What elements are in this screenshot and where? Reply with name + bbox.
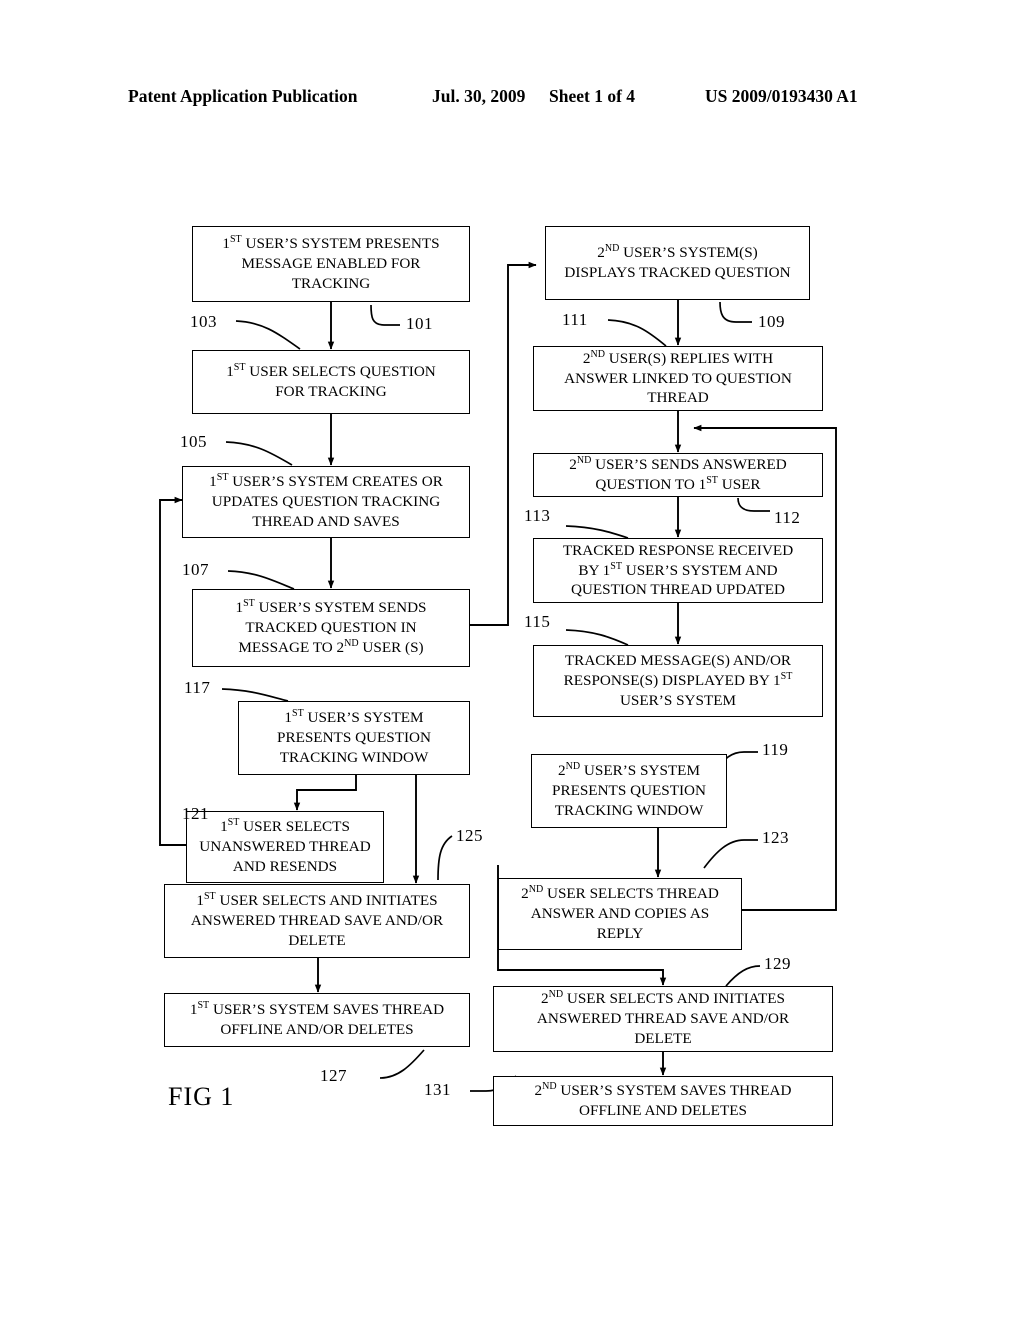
node-129-label: 2ND USER SELECTS AND INITIATES ANSWERED T… [536, 989, 790, 1047]
node-119[interactable]: 2ND USER’S SYSTEM PRESENTS QUESTION TRACKI… [531, 754, 727, 828]
node-131[interactable]: 2ND USER’S SYSTEM SAVES THREAD OFFLINE AN… [493, 1076, 833, 1126]
node-115[interactable]: TRACKED MESSAGE(S) AND/OR RESPONSE(S) DIS… [533, 645, 823, 717]
node-129[interactable]: 2ND USER SELECTS AND INITIATES ANSWERED T… [493, 986, 833, 1052]
node-123-label: 2ND USER SELECTS THREAD ANSWER AND COPIES… [521, 884, 719, 942]
flowchart-diagram: 1ST USER’S SYSTEM PRESENTS MESSAGE ENABLE… [0, 0, 1024, 1320]
node-117-label: 1ST USER’S SYSTEM PRESENTS QUESTION TRACKI… [277, 708, 431, 766]
node-112[interactable]: 2ND USER’S SENDS ANSWERED QUESTION TO 1ST… [533, 453, 823, 497]
ref-101: 101 [406, 314, 433, 333]
node-113-label: TRACKED RESPONSE RECEIVED BY 1ST USER’S S… [562, 541, 794, 599]
node-105[interactable]: 1ST USER’S SYSTEM CREATES OR UPDATES QUES… [182, 466, 470, 538]
node-103[interactable]: 1ST USER SELECTS QUESTION FOR TRACKING [192, 350, 470, 414]
ref-129: 129 [764, 954, 791, 973]
node-121[interactable]: 1ST USER SELECTS UNANSWERED THREAD AND RES… [186, 811, 384, 883]
edge-121-to-105-feedback [159, 496, 186, 846]
node-109[interactable]: 2ND USER’S SYSTEM(S) DISPLAYS TRACKED QUE… [545, 226, 810, 300]
ref-112: 112 [774, 508, 801, 527]
node-101[interactable]: 1ST USER’S SYSTEM PRESENTS MESSAGE ENABLE… [192, 226, 470, 302]
ref-119: 119 [762, 740, 789, 759]
edge-117-121 [293, 775, 357, 811]
node-125[interactable]: 1ST USER SELECTS AND INITIATES ANSWERED T… [164, 884, 470, 958]
edge-107-to-109 [470, 261, 537, 626]
node-127[interactable]: 1ST USER’S SYSTEM SAVES THREAD OFFLINE AN… [164, 993, 470, 1047]
ref-111: 111 [562, 310, 588, 329]
node-103-label: 1ST USER SELECTS QUESTION FOR TRACKING [226, 362, 436, 400]
ref-115: 115 [524, 612, 551, 631]
node-121-label: 1ST USER SELECTS UNANSWERED THREAD AND RES… [199, 817, 371, 875]
node-109-label: 2ND USER’S SYSTEM(S) DISPLAYS TRACKED QUE… [564, 243, 791, 281]
ref-131: 131 [424, 1080, 451, 1099]
node-119-label: 2ND USER’S SYSTEM PRESENTS QUESTION TRACKI… [552, 761, 706, 819]
node-112-label: 2ND USER’S SENDS ANSWERED QUESTION TO 1ST… [569, 455, 787, 493]
ref-117: 117 [184, 678, 211, 697]
node-107[interactable]: 1ST USER’S SYSTEM SENDS TRACKED QUESTION … [192, 589, 470, 667]
node-105-label: 1ST USER’S SYSTEM CREATES OR UPDATES QUES… [209, 472, 443, 530]
ref-113: 113 [524, 506, 551, 525]
figure-caption: FIG 1 [168, 1082, 235, 1111]
node-111[interactable]: 2ND USER(S) REPLIES WITH ANSWER LINKED TO… [533, 346, 823, 411]
ref-107: 107 [182, 560, 209, 579]
ref-127: 127 [320, 1066, 347, 1085]
node-115-label: TRACKED MESSAGE(S) AND/OR RESPONSE(S) DIS… [563, 652, 793, 709]
node-125-label: 1ST USER SELECTS AND INITIATES ANSWERED T… [190, 891, 444, 949]
node-117[interactable]: 1ST USER’S SYSTEM PRESENTS QUESTION TRACKI… [238, 701, 470, 775]
node-107-label: 1ST USER’S SYSTEM SENDS TRACKED QUESTION … [235, 598, 427, 656]
node-111-label: 2ND USER(S) REPLIES WITH ANSWER LINKED TO… [564, 348, 792, 407]
node-101-label: 1ST USER’S SYSTEM PRESENTS MESSAGE ENABLE… [222, 234, 440, 292]
ref-125: 125 [456, 826, 483, 845]
ref-105: 105 [180, 432, 207, 451]
node-131-label: 2ND USER’S SYSTEM SAVES THREAD OFFLINE AN… [534, 1081, 792, 1119]
ref-109: 109 [758, 312, 785, 331]
node-127-label: 1ST USER’S SYSTEM SAVES THREAD OFFLINE AN… [189, 1000, 445, 1038]
ref-121: 121 [182, 804, 209, 823]
ref-103: 103 [190, 312, 217, 331]
node-123[interactable]: 2ND USER SELECTS THREAD ANSWER AND COPIES… [498, 878, 742, 950]
ref-123: 123 [762, 828, 789, 847]
node-113[interactable]: TRACKED RESPONSE RECEIVED BY 1ST USER’S S… [533, 538, 823, 603]
